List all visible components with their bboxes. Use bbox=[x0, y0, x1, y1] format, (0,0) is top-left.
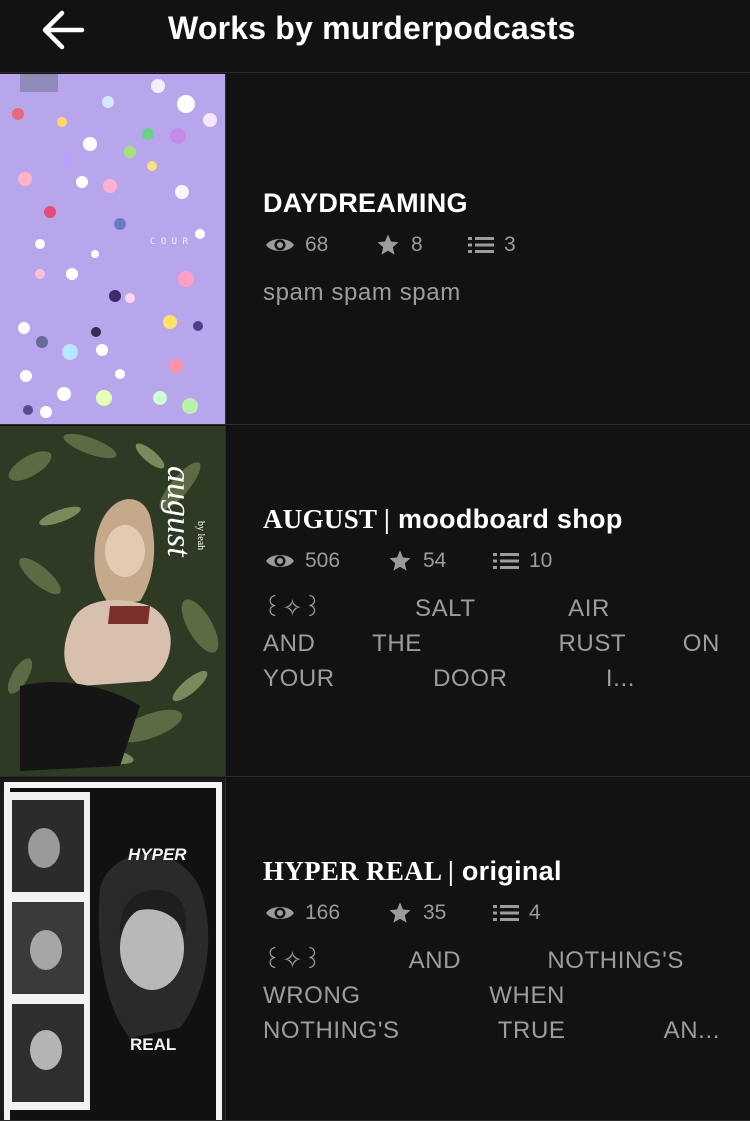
work-title[interactable]: DAYDREAMING bbox=[263, 188, 720, 219]
votes-count: 8 bbox=[411, 233, 423, 256]
parts-count: 3 bbox=[504, 233, 516, 256]
work-title-rest: original bbox=[454, 856, 562, 886]
star-icon bbox=[389, 550, 411, 571]
reads-stat: 506 bbox=[265, 549, 340, 573]
parts-stat: 10 bbox=[493, 549, 552, 573]
votes-stat: 54 bbox=[387, 549, 446, 573]
description-line: NOTHING'S TRUE AN... bbox=[263, 1017, 720, 1044]
star-icon bbox=[389, 902, 411, 923]
list-icon bbox=[493, 905, 519, 921]
cover-image: HYPER REAL bbox=[0, 778, 226, 1120]
work-title[interactable]: HYPER REAL | original bbox=[263, 856, 720, 887]
svg-text:by leah: by leah bbox=[195, 521, 206, 550]
votes-stat: 35 bbox=[387, 901, 446, 925]
description-line: ꒰✧꒱ SALT AIR bbox=[263, 595, 610, 622]
svg-text:C O U R: C O U R bbox=[150, 237, 189, 247]
work-item-hyper-real[interactable]: HYPER REAL HYPER REAL | original 166 35 … bbox=[0, 778, 750, 1121]
work-title-rest: moodboard shop bbox=[390, 504, 623, 534]
list-icon bbox=[468, 237, 494, 253]
work-description: ꒰✧꒱ SALT AIR AND THE RUST ON YOUR DOOR I… bbox=[263, 591, 720, 696]
reads-count: 506 bbox=[305, 549, 341, 572]
reads-stat: 68 bbox=[265, 233, 328, 257]
work-stats: 68 8 3 bbox=[263, 233, 720, 263]
work-title-serif: AUGUST | bbox=[263, 504, 391, 534]
work-title[interactable]: AUGUST | moodboard shop bbox=[263, 504, 720, 535]
eye-icon bbox=[266, 907, 294, 919]
votes-count: 35 bbox=[423, 901, 447, 924]
work-stats: 166 35 4 bbox=[263, 901, 720, 931]
description-line: ꒰✧꒱ AND NOTHING'S bbox=[263, 947, 684, 974]
svg-text:august: august bbox=[160, 466, 197, 558]
star-icon bbox=[377, 234, 399, 255]
list-icon bbox=[493, 553, 519, 569]
work-description: ꒰✧꒱ AND NOTHING'S WRONG WHEN NOTHING'S T… bbox=[263, 943, 720, 1048]
parts-stat: 3 bbox=[468, 233, 516, 257]
parts-count: 4 bbox=[529, 901, 541, 924]
cover-image: august by leah bbox=[0, 426, 226, 776]
eye-icon bbox=[266, 239, 294, 251]
votes-stat: 8 bbox=[375, 233, 423, 257]
parts-count: 10 bbox=[529, 549, 553, 572]
svg-text:REAL: REAL bbox=[130, 1035, 176, 1054]
top-bar: Works by murderpodcasts bbox=[0, 0, 750, 73]
work-title-serif: HYPER REAL | bbox=[263, 856, 455, 886]
description-line: YOUR DOOR I... bbox=[263, 665, 635, 692]
work-item-august[interactable]: august by leah AUGUST | moodboard shop 5… bbox=[0, 426, 750, 777]
reads-count: 68 bbox=[305, 233, 329, 256]
work-item-daydreaming[interactable]: C O U R DAYDREAMING 68 8 3 spam spam spa… bbox=[0, 74, 750, 425]
svg-text:HYPER: HYPER bbox=[128, 845, 187, 864]
page-title: Works by murderpodcasts bbox=[168, 10, 576, 46]
votes-count: 54 bbox=[423, 549, 447, 572]
reads-stat: 166 bbox=[265, 901, 340, 925]
description-line: AND THE RUST ON bbox=[263, 630, 720, 657]
reads-count: 166 bbox=[305, 901, 341, 924]
work-description: spam spam spam bbox=[263, 279, 461, 306]
work-stats: 506 54 10 bbox=[263, 549, 720, 579]
description-line: WRONG WHEN bbox=[263, 982, 565, 1009]
eye-icon bbox=[266, 555, 294, 567]
cover-image: C O U R bbox=[0, 74, 226, 424]
parts-stat: 4 bbox=[493, 901, 541, 925]
back-arrow-icon[interactable] bbox=[38, 8, 90, 52]
